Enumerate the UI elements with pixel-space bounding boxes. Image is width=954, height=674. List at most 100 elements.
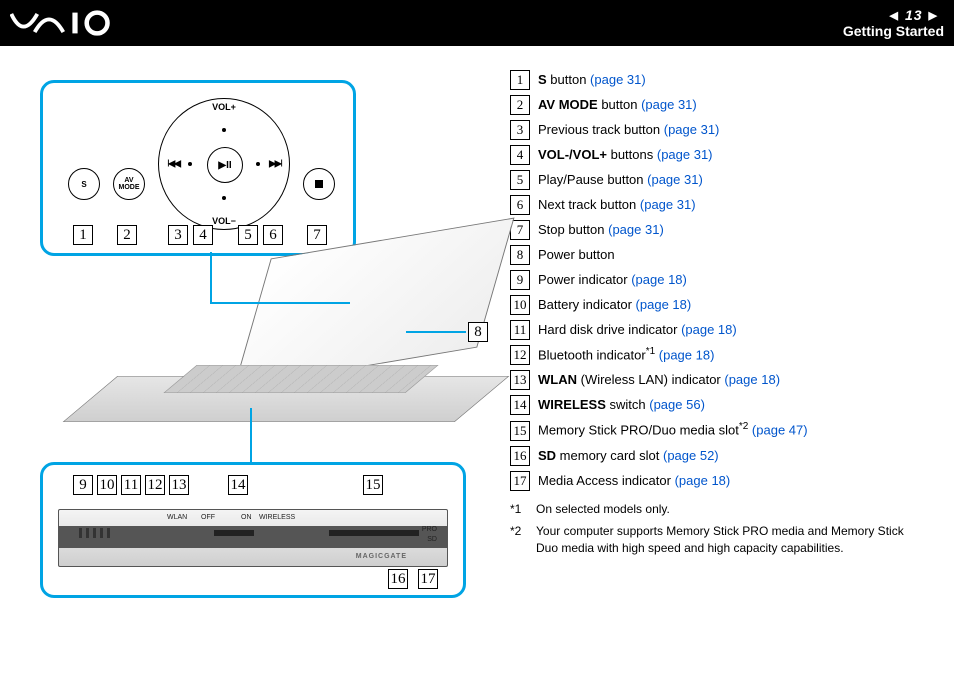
- legend-text: Previous track button (page 31): [538, 121, 719, 139]
- connector-line: [210, 252, 212, 302]
- legend-num: 16: [510, 446, 530, 466]
- legend-list: 1S button (page 31)2AV MODE button (page…: [510, 70, 924, 491]
- connector-line: [250, 408, 252, 462]
- callout-num: 16: [388, 569, 408, 589]
- prev-page-icon[interactable]: ◀: [889, 9, 898, 22]
- s-button-graphic: S: [68, 168, 100, 200]
- footnotes: *1 On selected models only. *2 Your compute…: [510, 501, 924, 557]
- legend-text: Battery indicator (page 18): [538, 296, 691, 314]
- legend-num: 17: [510, 471, 530, 491]
- legend-text: Hard disk drive indicator (page 18): [538, 321, 737, 339]
- page-reference-link[interactable]: (page 18): [659, 347, 715, 362]
- next-page-icon[interactable]: ▶: [929, 9, 938, 22]
- page-reference-link[interactable]: (page 47): [752, 423, 808, 438]
- header-right: ◀ 13 ▶ Getting Started: [843, 7, 944, 39]
- legend-item: 15Memory Stick PRO/Duo media slot*2 (pag…: [510, 420, 924, 440]
- legend-item: 11 Hard disk drive indicator (page 18): [510, 320, 924, 340]
- legend-num: 14: [510, 395, 530, 415]
- page-reference-link[interactable]: (page 18): [724, 372, 780, 387]
- pro-label: PRO: [422, 526, 437, 533]
- magicgate-label: MAGICGATE: [356, 553, 407, 560]
- footnote: *2 Your computer supports Memory Stick PR…: [510, 523, 924, 557]
- legend-item: 14 WIRELESS switch (page 56): [510, 395, 924, 415]
- av-mode-button-graphic: AV MODE: [113, 168, 145, 200]
- legend-num: 15: [510, 421, 530, 441]
- legend-text: Power button: [538, 246, 615, 264]
- page-number: 13: [905, 7, 923, 23]
- page-reference-link[interactable]: (page 18): [636, 297, 692, 312]
- callout-num: 12: [145, 475, 165, 495]
- legend-text: Next track button (page 31): [538, 196, 696, 214]
- sd-label: SD: [427, 536, 437, 543]
- page-reference-link[interactable]: (page 18): [631, 272, 687, 287]
- on-label: ON: [241, 514, 252, 521]
- page-reference-link[interactable]: (page 31): [640, 197, 696, 212]
- prev-track-label: I◀◀: [167, 159, 179, 170]
- wireless-label: WIRELESS: [259, 514, 295, 521]
- indicator-leds: [79, 528, 110, 538]
- footnote-text: Your computer supports Memory Stick PRO …: [536, 523, 924, 557]
- laptop-illustration: [90, 238, 490, 463]
- legend-num: 4: [510, 145, 530, 165]
- legend-num: 3: [510, 120, 530, 140]
- callout-num: 17: [418, 569, 438, 589]
- vaio-logo: [10, 10, 140, 36]
- legend-num: 8: [510, 245, 530, 265]
- footnote-mark: *2: [510, 523, 526, 557]
- front-port-strip: WLAN OFF ON WIRELESS PRO SD MAGICGATE: [58, 509, 448, 567]
- legend-text: Media Access indicator (page 18): [538, 472, 730, 490]
- diagram-column: S AV MODE VOL+ VOL− I◀◀ ▶▶I ▶II 1 2 3 4 …: [30, 70, 500, 590]
- footnote-mark: *1: [510, 501, 526, 518]
- legend-item: 3 Previous track button (page 31): [510, 120, 924, 140]
- legend-item: 17 Media Access indicator (page 18): [510, 471, 924, 491]
- page-header: ◀ 13 ▶ Getting Started: [0, 0, 954, 46]
- media-wheel-graphic: VOL+ VOL− I◀◀ ▶▶I ▶II: [158, 98, 290, 230]
- page-reference-link[interactable]: (page 56): [649, 397, 705, 412]
- legend-num: 11: [510, 320, 530, 340]
- legend-item: 4 VOL-/VOL+ buttons (page 31): [510, 145, 924, 165]
- legend-num: 7: [510, 220, 530, 240]
- legend-item: 5Play/Pause button (page 31): [510, 170, 924, 190]
- legend-text: SD memory card slot (page 52): [538, 447, 719, 465]
- callout-num: 13: [169, 475, 189, 495]
- page-reference-link[interactable]: (page 31): [664, 122, 720, 137]
- vol-minus-label: VOL−: [212, 216, 236, 226]
- legend-num: 6: [510, 195, 530, 215]
- legend-text: Bluetooth indicator*1 (page 18): [538, 345, 714, 365]
- page-reference-link[interactable]: (page 18): [681, 322, 737, 337]
- legend-text: VOL-/VOL+ buttons (page 31): [538, 146, 713, 164]
- page-reference-link[interactable]: (page 31): [590, 72, 646, 87]
- wireless-switch-graphic: [214, 530, 254, 536]
- callout-num: 9: [73, 475, 93, 495]
- page-reference-link[interactable]: (page 52): [663, 448, 719, 463]
- legend-num: 10: [510, 295, 530, 315]
- legend-text: WIRELESS switch (page 56): [538, 396, 705, 414]
- callout-num: 11: [121, 475, 141, 495]
- page-reference-link[interactable]: (page 18): [675, 473, 731, 488]
- legend-text: Power indicator (page 18): [538, 271, 687, 289]
- legend-item: 8 Power button: [510, 245, 924, 265]
- wlan-label: WLAN: [167, 514, 187, 521]
- stop-button-graphic: [303, 168, 335, 200]
- legend-item: 9Power indicator (page 18): [510, 270, 924, 290]
- legend-num: 1: [510, 70, 530, 90]
- legend-item: 16 SD memory card slot (page 52): [510, 446, 924, 466]
- footnote-text: On selected models only.: [536, 501, 670, 518]
- legend-column: 1S button (page 31)2AV MODE button (page…: [510, 70, 924, 590]
- page-reference-link[interactable]: (page 31): [608, 222, 664, 237]
- legend-item: 12Bluetooth indicator*1 (page 18): [510, 345, 924, 365]
- play-pause-label: ▶II: [207, 147, 243, 183]
- legend-text: Stop button (page 31): [538, 221, 664, 239]
- page-reference-link[interactable]: (page 31): [657, 147, 713, 162]
- legend-num: 2: [510, 95, 530, 115]
- callout-num: 14: [228, 475, 248, 495]
- legend-text: Play/Pause button (page 31): [538, 171, 703, 189]
- page-reference-link[interactable]: (page 31): [647, 172, 703, 187]
- next-track-label: ▶▶I: [269, 159, 281, 170]
- legend-item: 7 Stop button (page 31): [510, 220, 924, 240]
- page-counter: ◀ 13 ▶: [843, 7, 944, 23]
- vol-plus-label: VOL+: [212, 102, 236, 112]
- page-reference-link[interactable]: (page 31): [641, 97, 697, 112]
- legend-item: 13WLAN (Wireless LAN) indicator (page 18…: [510, 370, 924, 390]
- callout-num: 15: [363, 475, 383, 495]
